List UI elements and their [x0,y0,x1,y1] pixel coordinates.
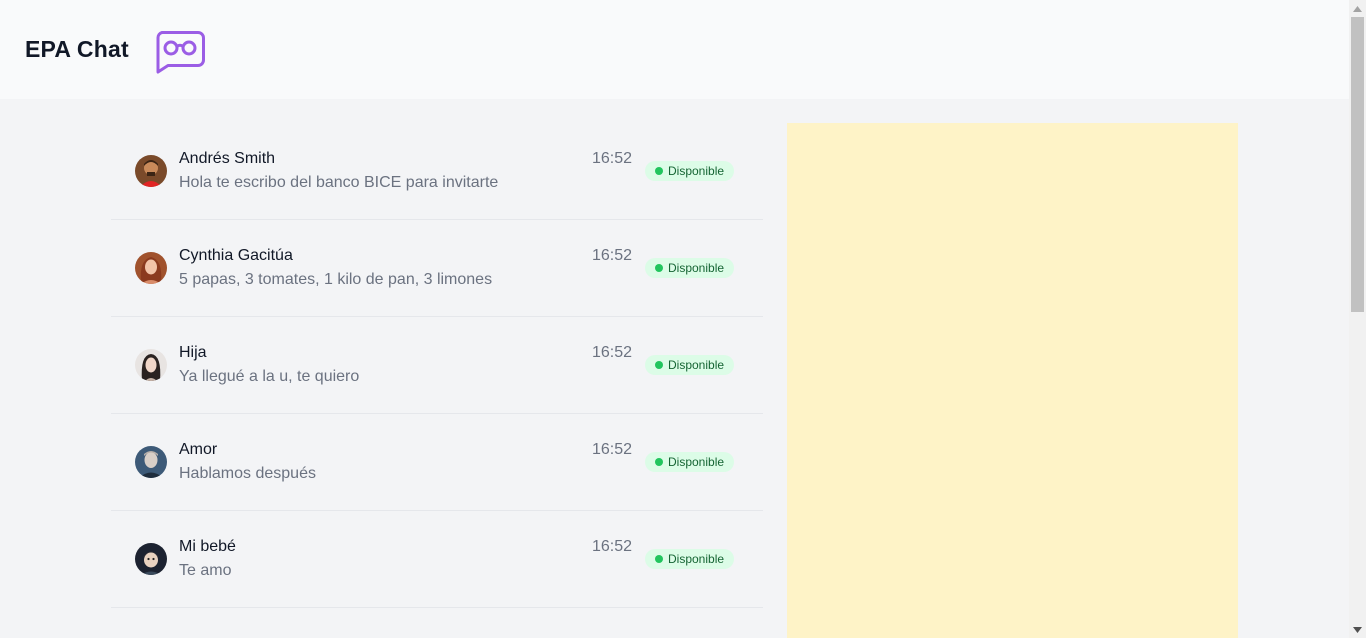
app-title: EPA Chat [25,36,129,62]
avatar [135,349,167,381]
status-dot-icon [655,555,663,563]
message-time: 16:52 [592,441,633,458]
contact-name: Andrés Smith [179,150,276,167]
contact-name: Mi bebé [179,538,236,555]
status-dot-icon [655,361,663,369]
contact-name: Hija [179,344,207,361]
chat-item[interactable]: Cynthia Gacitúa 5 papas, 3 tomates, 1 ki… [111,220,763,317]
status-badge: Disponible [645,355,735,375]
chat-item[interactable]: Hija Ya llegué a la u, te quiero 16:52 D… [111,317,763,414]
scroll-down-icon[interactable] [1349,621,1366,638]
scroll-up-icon[interactable] [1349,0,1366,17]
status-badge: Disponible [645,258,735,278]
chat-item[interactable]: Amor Hablamos después 16:52 Disponible [111,414,763,511]
last-message: 5 papas, 3 tomates, 1 kilo de pan, 3 lim… [179,271,493,288]
avatar [135,543,167,575]
status-label: Disponible [668,552,725,566]
last-message: Te amo [179,562,232,579]
status-badge: Disponible [645,161,735,181]
status-label: Disponible [668,358,725,372]
status-label: Disponible [668,261,725,275]
chat-bubble-glasses-icon [154,30,206,74]
chat-item[interactable]: Mi bebé Te amo 16:52 Disponible [111,511,763,608]
avatar [135,446,167,478]
message-time: 16:52 [592,150,633,167]
status-dot-icon [655,167,663,175]
chat-detail-panel [787,123,1238,638]
status-dot-icon [655,458,663,466]
scroll-thumb[interactable] [1351,17,1364,312]
avatar [135,252,167,284]
status-label: Disponible [668,455,725,469]
app-header: EPA Chat [0,0,1349,99]
message-time: 16:52 [592,538,633,555]
last-message: Hablamos después [179,465,316,482]
chat-item[interactable]: Andrés Smith Hola te escribo del banco B… [111,123,763,220]
last-message: Hola te escribo del banco BICE para invi… [179,174,499,191]
app-viewport: EPA Chat Andrés Smith Hola te escribo de… [0,0,1366,638]
last-message: Ya llegué a la u, te quiero [179,368,360,385]
avatar [135,155,167,187]
contact-name: Cynthia Gacitúa [179,247,293,264]
status-badge: Disponible [645,452,735,472]
message-time: 16:52 [592,344,633,361]
status-label: Disponible [668,164,725,178]
status-badge: Disponible [645,549,735,569]
contact-name: Amor [179,441,218,458]
page-scrollbar[interactable] [1349,0,1366,638]
chat-list: Andrés Smith Hola te escribo del banco B… [111,123,763,608]
message-time: 16:52 [592,247,633,264]
status-dot-icon [655,264,663,272]
